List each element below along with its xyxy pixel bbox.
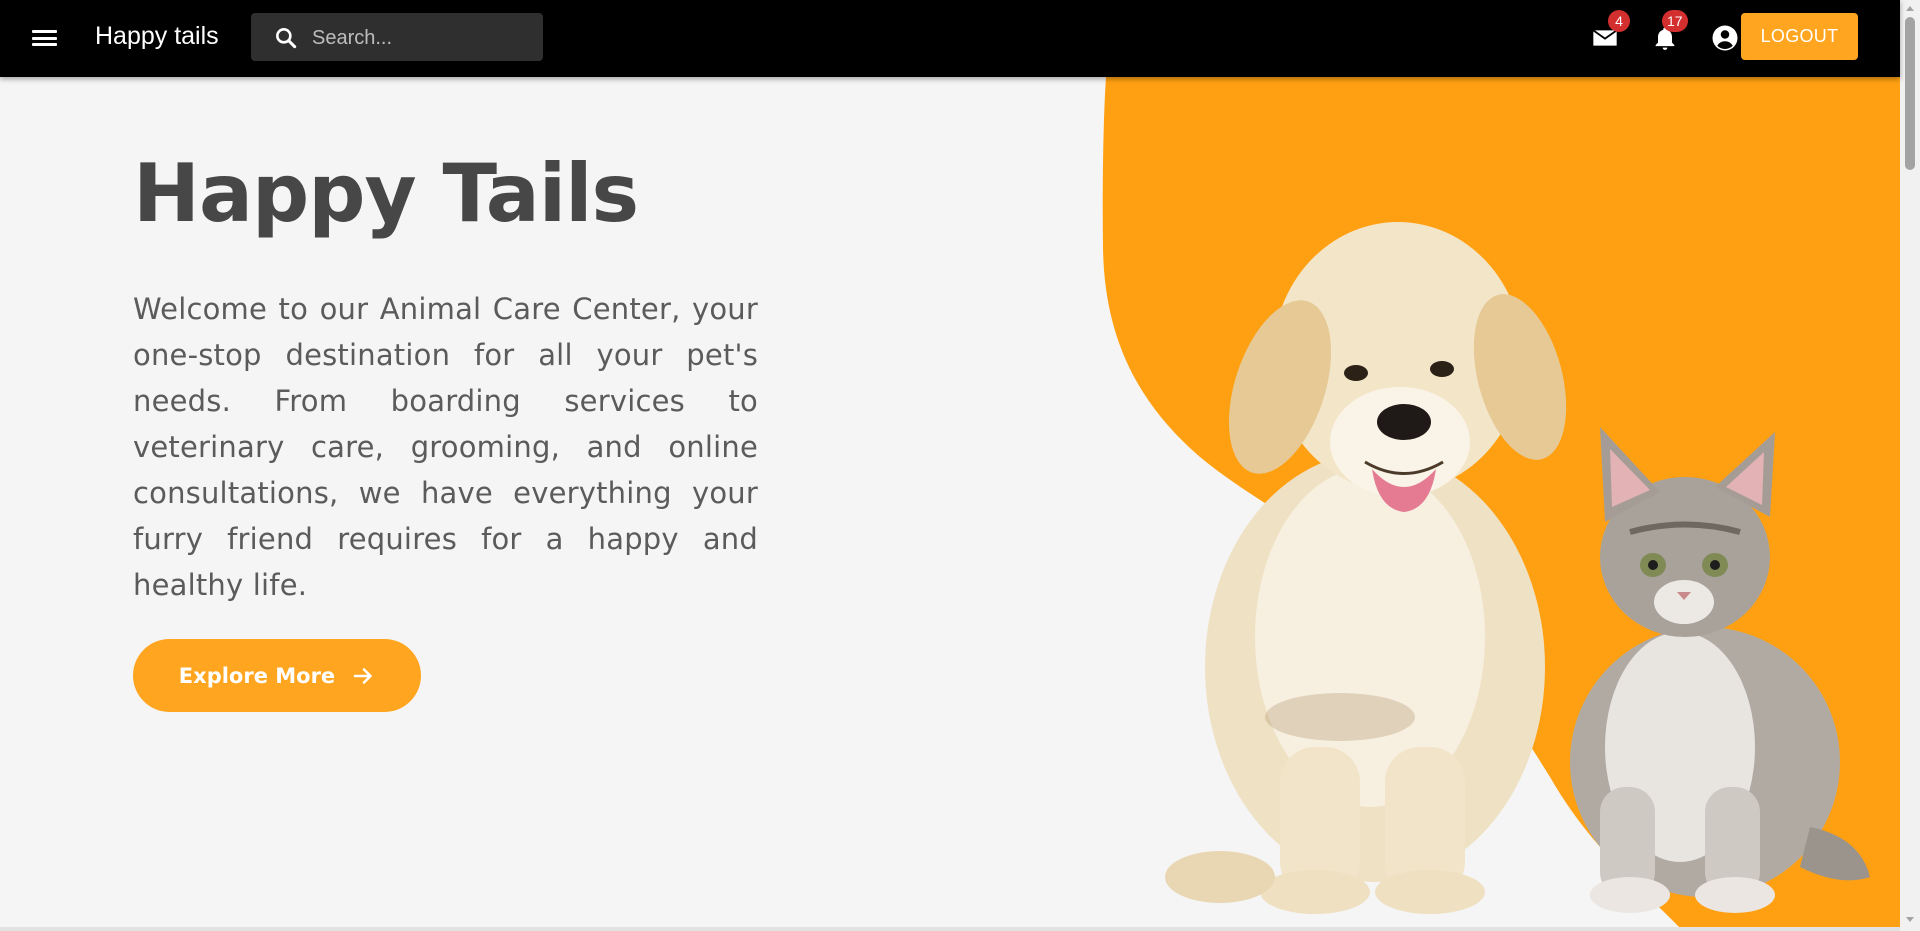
app-bar: Happy tails 4 17 LOGOUT (0, 0, 1900, 77)
kitten-paw-left (1590, 877, 1670, 913)
puppy-muzzle (1330, 387, 1470, 497)
scroll-down-icon[interactable] (1905, 914, 1915, 924)
vertical-scrollbar[interactable] (1900, 0, 1920, 931)
hero-section: Happy Tails Welcome to our Animal Care C… (0, 77, 1900, 928)
puppy-shadow (1265, 693, 1415, 741)
kitten-pupil-right (1710, 560, 1720, 570)
kitten-muzzle (1654, 580, 1714, 624)
kitten-pupil-left (1648, 560, 1658, 570)
search-icon (276, 28, 297, 49)
puppy-eye-right (1430, 361, 1454, 377)
menu-icon[interactable] (29, 25, 60, 51)
kitten-tail (1800, 827, 1870, 881)
menu-icon-bar (32, 43, 57, 46)
mail-button[interactable]: 4 (1585, 10, 1630, 58)
brand-title[interactable]: Happy tails (95, 22, 219, 51)
notifications-badge: 17 (1662, 10, 1688, 32)
puppy-hind-paw (1165, 851, 1275, 903)
menu-icon-bar (32, 36, 57, 40)
puppy-eye-left (1344, 365, 1368, 381)
account-circle-icon (1712, 25, 1738, 51)
puppy-paw-right (1375, 870, 1485, 914)
scroll-up-icon[interactable] (1905, 4, 1915, 14)
search-box[interactable] (251, 13, 543, 63)
account-button[interactable] (1705, 18, 1745, 58)
hero-description: Welcome to our Animal Care Center, your … (133, 292, 758, 602)
logout-button[interactable]: LOGOUT (1741, 13, 1858, 60)
explore-more-button[interactable]: Explore More (133, 639, 421, 712)
explore-more-label: Explore More (178, 663, 336, 688)
puppy-paw-left (1260, 870, 1370, 914)
kitten-paw-right (1695, 877, 1775, 913)
hero-title: Happy Tails (133, 147, 639, 240)
page-bottom-divider (0, 927, 1900, 931)
notifications-button[interactable]: 17 (1645, 10, 1688, 58)
mail-badge: 4 (1608, 10, 1630, 32)
puppy-and-kitten-image (1165, 222, 1870, 914)
scrollbar-thumb[interactable] (1905, 17, 1915, 170)
search-input[interactable] (310, 13, 534, 63)
arrow-right-icon (353, 667, 372, 684)
menu-icon-bar (32, 30, 57, 33)
puppy-nose (1377, 404, 1431, 440)
